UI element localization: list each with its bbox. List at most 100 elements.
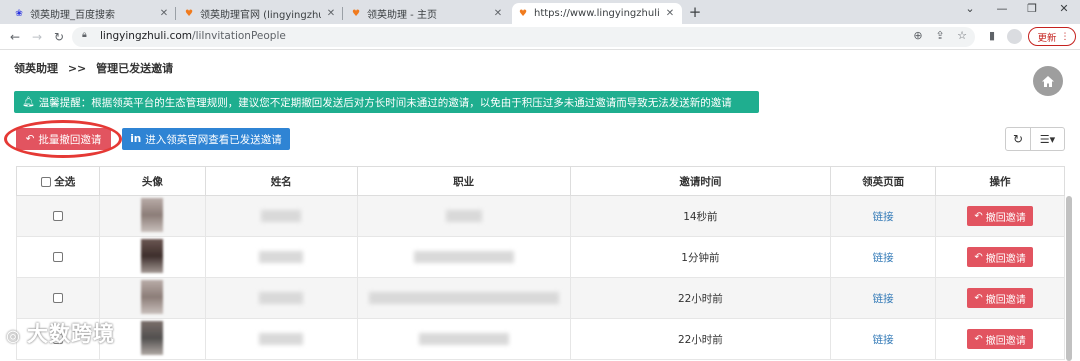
profile-avatar[interactable] xyxy=(1007,29,1022,44)
refresh-table-button[interactable]: ↻ xyxy=(1005,127,1031,151)
bookmark-star-icon[interactable]: ☆ xyxy=(954,29,970,42)
job-blurred xyxy=(413,251,514,263)
row-checkbox[interactable] xyxy=(52,211,63,221)
job-blurred xyxy=(368,292,559,304)
col-job: 职业 xyxy=(356,166,571,196)
list-icon: ☰▾ xyxy=(1039,132,1056,146)
forward-icon[interactable]: → xyxy=(28,28,46,46)
open-linkedin-button[interactable]: in 进入领英官网查看已发送邀请 xyxy=(122,128,290,150)
baidu-paw-icon: ❀ xyxy=(15,8,23,19)
alert-text: 温馨提醒：根据领英平台的生态管理规则，建议您不定期撤回发送后对方长时间未通过的邀… xyxy=(38,96,732,109)
col-name: 姓名 xyxy=(204,166,358,196)
lock-icon[interactable]: 🔒︎ xyxy=(82,30,87,40)
browser-tab-active[interactable]: ♥ https://www.lingyingzhuli.com ✕ xyxy=(512,3,682,24)
row-checkbox[interactable] xyxy=(52,252,63,262)
tab-title: 领英助理 - 主页 xyxy=(367,10,437,21)
lingying-logo-icon: ♥ xyxy=(351,8,361,19)
url-text[interactable]: lingyingzhuli.com/liInvitationPeople xyxy=(100,30,286,42)
bell-icon: 🔔︎ xyxy=(22,96,35,108)
zoom-icon[interactable]: ⊕ xyxy=(910,29,926,42)
table-row: 22小时前 链接 ↶ 撤回邀请 xyxy=(16,277,1065,319)
breadcrumb: 领英助理 >> 管理已发送邀请 xyxy=(14,60,179,76)
update-label: 更新 xyxy=(1037,32,1057,44)
select-all-checkbox[interactable] xyxy=(40,176,51,187)
avatar xyxy=(141,279,164,314)
close-tab-icon[interactable]: ✕ xyxy=(158,8,170,19)
home-button[interactable] xyxy=(1033,66,1063,96)
tab-title: https://www.lingyingzhuli.com xyxy=(534,8,660,19)
invite-time: 1分钟前 xyxy=(569,236,832,278)
breadcrumb-root[interactable]: 领英助理 xyxy=(14,62,58,75)
open-linkedin-label: 进入领英官网查看已发送邀请 xyxy=(145,133,282,146)
invite-time: 22小时前 xyxy=(569,277,832,319)
avatar xyxy=(141,320,164,355)
minimize-icon[interactable]: — xyxy=(992,2,1012,15)
name-blurred xyxy=(259,333,304,345)
highlight-circle xyxy=(4,120,122,158)
update-button[interactable]: 更新 ⋮ xyxy=(1028,27,1076,46)
undo-icon: ↶ xyxy=(974,210,983,222)
avatar xyxy=(141,238,164,273)
profile-link[interactable]: 链接 xyxy=(873,252,894,264)
breadcrumb-separator: >> xyxy=(67,62,87,75)
profile-link[interactable]: 链接 xyxy=(873,211,894,223)
col-avatar: 头像 xyxy=(98,166,206,196)
tab-title: 领英助理官网 (lingyingzhuli.co xyxy=(200,10,321,21)
more-menu-icon: ⋮ xyxy=(1060,31,1070,42)
col-page: 领英页面 xyxy=(830,166,937,196)
table-row: 22小时前 链接 ↶ 撤回邀请 xyxy=(16,318,1065,360)
refresh-icon: ↻ xyxy=(1012,132,1024,146)
invitations-table: 全选 头像 姓名 职业 邀请时间 领英页面 操作 14秒前 链接 ↶ 撤回邀请 1… xyxy=(16,166,1065,360)
browser-toolbar: ← → ↻ 🔒︎ lingyingzhuli.com/liInvitationP… xyxy=(0,24,1080,50)
name-blurred xyxy=(261,210,302,222)
columns-toggle-button[interactable]: ☰▾ xyxy=(1031,127,1065,151)
invite-time: 14秒前 xyxy=(569,195,832,237)
revoke-button[interactable]: ↶ 撤回邀请 xyxy=(967,247,1034,267)
close-window-icon[interactable]: ✕ xyxy=(1054,2,1074,15)
revoke-button[interactable]: ↶ 撤回邀请 xyxy=(967,206,1034,226)
avatar xyxy=(141,197,164,232)
col-time: 邀请时间 xyxy=(569,166,832,196)
browser-tab-3[interactable]: ♥ 领英助理 - 主页 ✕ xyxy=(345,3,510,24)
profile-link[interactable]: 链接 xyxy=(873,334,894,346)
breadcrumb-current: 管理已发送邀请 xyxy=(96,62,174,75)
restore-icon[interactable]: ❐ xyxy=(1022,2,1042,15)
side-panel-icon[interactable]: ▮ xyxy=(984,29,1000,42)
table-row: 1分钟前 链接 ↶ 撤回邀请 xyxy=(16,236,1065,278)
tip-alert: 🔔︎ 温馨提醒：根据领英平台的生态管理规则，建议您不定期撤回发送后对方长时间未通… xyxy=(14,91,759,113)
reload-icon[interactable]: ↻ xyxy=(50,28,68,46)
undo-icon: ↶ xyxy=(974,251,983,263)
watermark: ◎ 大数跨境 xyxy=(6,322,115,346)
undo-icon: ↶ xyxy=(974,292,983,304)
home-icon xyxy=(1042,75,1054,87)
tab-title: 领英助理_百度搜索 xyxy=(30,10,115,21)
revoke-button[interactable]: ↶ 撤回邀请 xyxy=(967,288,1034,308)
job-blurred xyxy=(445,210,482,222)
table-row: 14秒前 链接 ↶ 撤回邀请 xyxy=(16,195,1065,237)
browser-tab-2[interactable]: ♥ 领英助理官网 (lingyingzhuli.co ✕ xyxy=(178,3,343,24)
close-tab-icon[interactable]: ✕ xyxy=(492,8,504,19)
select-all-label: 全选 xyxy=(54,175,76,188)
browser-tab-1[interactable]: ❀ 领英助理_百度搜索 ✕ xyxy=(8,3,176,24)
lingying-logo-icon: ♥ xyxy=(518,8,528,19)
watermark-logo-icon: ◎ xyxy=(6,326,21,345)
browser-tab-strip: ❀ 领英助理_百度搜索 ✕ ♥ 领英助理官网 (lingyingzhuli.co… xyxy=(0,0,1080,24)
row-checkbox[interactable] xyxy=(52,293,63,303)
new-tab-button[interactable]: + xyxy=(686,3,704,21)
close-tab-icon[interactable]: ✕ xyxy=(664,8,676,19)
page-scrollbar[interactable] xyxy=(1066,196,1072,361)
job-blurred xyxy=(418,333,509,345)
table-header-row: 全选 头像 姓名 职业 邀请时间 领英页面 操作 xyxy=(16,166,1065,196)
share-icon[interactable]: ⇪ xyxy=(932,29,948,42)
col-ops: 操作 xyxy=(935,166,1065,196)
name-blurred xyxy=(259,292,304,304)
revoke-button[interactable]: ↶ 撤回邀请 xyxy=(967,329,1034,349)
profile-link[interactable]: 链接 xyxy=(873,293,894,305)
col-select-all[interactable]: 全选 xyxy=(16,166,100,196)
close-tab-icon[interactable]: ✕ xyxy=(325,8,337,19)
address-bar[interactable]: 🔒︎ lingyingzhuli.com/liInvitationPeople … xyxy=(72,27,975,47)
linkedin-icon: in xyxy=(130,133,142,145)
lingying-logo-icon: ♥ xyxy=(184,8,194,19)
tab-search-icon[interactable]: ⌄ xyxy=(960,2,980,15)
back-icon[interactable]: ← xyxy=(6,28,24,46)
